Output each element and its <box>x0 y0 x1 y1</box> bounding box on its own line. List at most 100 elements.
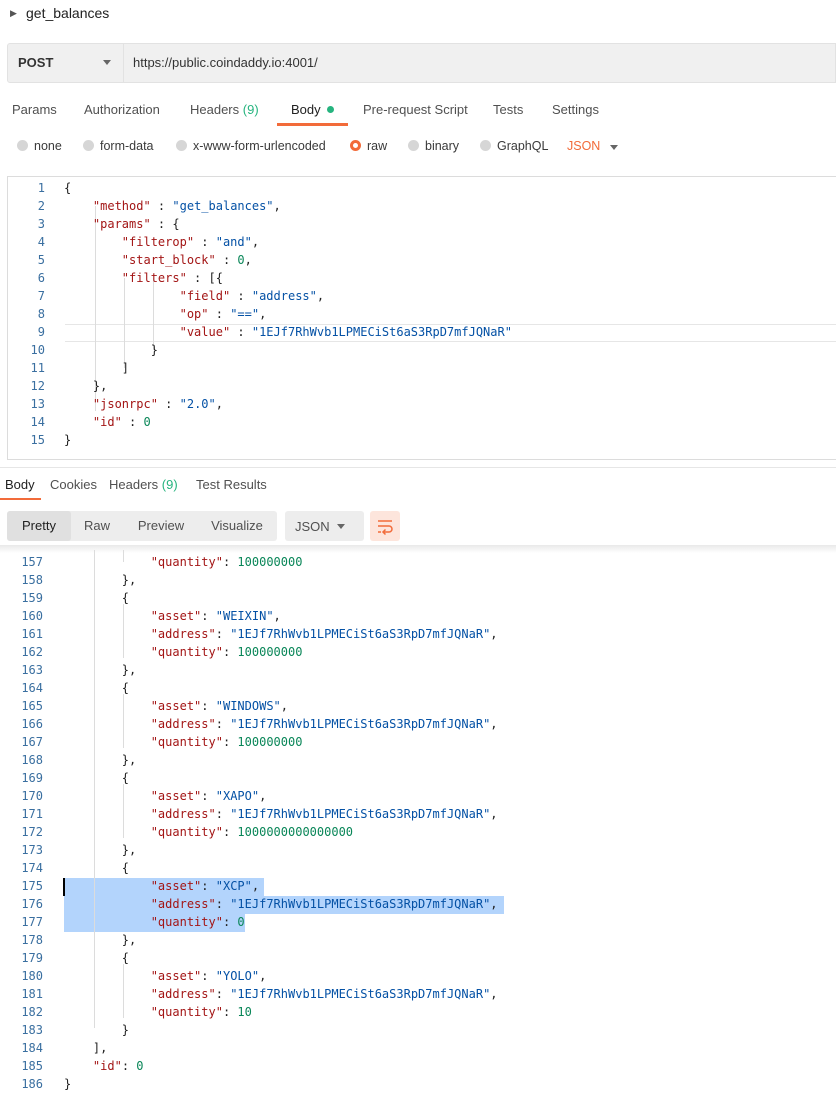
code-text: "filterop" : "and", <box>121 235 260 249</box>
radio-raw[interactable]: raw <box>350 139 387 153</box>
line-number: 185 <box>21 1059 43 1073</box>
request-tabs: Params Authorization Headers (9) Body Pr… <box>0 96 836 126</box>
code-text: "asset": "XCP", <box>150 879 260 893</box>
line-number: 179 <box>21 951 43 965</box>
code-text: "asset": "WEIXIN", <box>150 609 281 623</box>
code-line: 157 "quantity": 100000000 <box>0 553 820 571</box>
code-line: 167 "quantity": 100000000 <box>0 733 820 751</box>
line-number: 6 <box>37 271 45 285</box>
code-text: "value" : "1EJf7RhWvb1LPMECiSt6aS3RpD7mf… <box>179 325 512 339</box>
code-line: 175 "asset": "XCP", <box>0 877 820 895</box>
code-line: 14 "id" : 0 <box>8 413 828 431</box>
line-number: 8 <box>37 307 45 321</box>
code-line: 8 "op" : "==", <box>8 305 828 323</box>
tab-settings[interactable]: Settings <box>552 102 599 117</box>
code-text: }, <box>64 573 137 587</box>
code-line: 4 "filterop" : "and", <box>8 233 828 251</box>
resp-tab-test-results[interactable]: Test Results <box>196 477 267 492</box>
response-toolbar: Pretty Raw Preview Visualize JSON <box>7 511 836 543</box>
tab-tests[interactable]: Tests <box>493 102 523 117</box>
radio-binary[interactable]: binary <box>408 139 459 153</box>
request-title[interactable]: get_balances <box>26 5 109 21</box>
code-line: 179 { <box>0 949 820 967</box>
line-number: 160 <box>21 609 43 623</box>
code-text: "asset": "XAPO", <box>150 789 267 803</box>
code-text: "quantity": 100000000 <box>150 555 303 569</box>
wrap-lines-icon <box>378 520 393 536</box>
resp-tab-headers[interactable]: Headers (9) <box>109 477 178 492</box>
view-visualize-button[interactable]: Visualize <box>203 511 271 541</box>
resp-tab-cookies[interactable]: Cookies <box>50 477 97 492</box>
divider <box>0 467 836 468</box>
line-number: 186 <box>21 1077 43 1091</box>
tab-headers[interactable]: Headers (9) <box>190 102 259 117</box>
code-text: { <box>64 681 130 695</box>
radio-urlencoded[interactable]: x-www-form-urlencoded <box>176 139 326 153</box>
line-number: 13 <box>30 397 45 411</box>
code-text: }, <box>64 933 137 947</box>
tab-params[interactable]: Params <box>12 102 57 117</box>
method-label: POST <box>18 55 54 70</box>
line-number: 165 <box>21 699 43 713</box>
code-text: "id": 0 <box>92 1059 144 1073</box>
radio-form-data[interactable]: form-data <box>83 139 154 153</box>
url-input[interactable]: https://public.coindaddy.io:4001/ <box>133 55 318 70</box>
view-raw-button[interactable]: Raw <box>75 511 119 541</box>
radio-circle-icon <box>176 140 187 151</box>
code-text: "quantity": 100000000 <box>150 735 303 749</box>
chevron-down-icon <box>337 524 345 529</box>
code-line: 9 "value" : "1EJf7RhWvb1LPMECiSt6aS3RpD7… <box>8 323 828 341</box>
view-preview-button[interactable]: Preview <box>132 511 190 541</box>
code-line: 176 "address": "1EJf7RhWvb1LPMECiSt6aS3R… <box>0 895 820 913</box>
request-body-editor[interactable]: 1{2 "method" : "get_balances", 3 "params"… <box>7 176 836 460</box>
code-line: 174 { <box>0 859 820 877</box>
radio-circle-icon <box>408 140 419 151</box>
code-line: 178 }, <box>0 931 820 949</box>
radio-graphql[interactable]: GraphQL <box>480 139 548 153</box>
code-text: "quantity": 0 <box>150 915 245 929</box>
resp-tab-body[interactable]: Body <box>5 477 35 492</box>
active-tab-indicator <box>277 123 348 126</box>
tab-authorization[interactable]: Authorization <box>84 102 160 117</box>
response-body-viewer[interactable]: 157 "quantity": 100000000 158 }, 159 {160 … <box>0 550 836 1101</box>
line-number: 14 <box>30 415 45 429</box>
code-text: "address": "1EJf7RhWvb1LPMECiSt6aS3RpD7m… <box>150 807 498 821</box>
code-text: "quantity": 100000000 <box>150 645 303 659</box>
code-text: "params" : { <box>92 217 180 231</box>
active-response-tab-indicator <box>0 498 41 500</box>
radio-none[interactable]: none <box>17 139 62 153</box>
code-line: 166 "address": "1EJf7RhWvb1LPMECiSt6aS3R… <box>0 715 820 733</box>
view-pretty-button[interactable]: Pretty <box>7 511 71 541</box>
line-number: 3 <box>37 217 45 231</box>
radio-raw-label: raw <box>367 139 388 153</box>
line-number: 15 <box>30 433 45 447</box>
code-line: 5 "start_block" : 0, <box>8 251 828 269</box>
code-line: 10 } <box>8 341 828 359</box>
line-number: 180 <box>21 969 43 983</box>
code-line: 165 "asset": "WINDOWS", <box>0 697 820 715</box>
line-number: 168 <box>21 753 43 767</box>
line-number: 183 <box>21 1023 43 1037</box>
modified-dot-icon <box>326 106 334 113</box>
tab-pre-request-script[interactable]: Pre-request Script <box>363 102 468 117</box>
request-name-bar: ▶ get_balances <box>0 0 836 30</box>
code-text: } <box>64 1023 130 1037</box>
line-number: 184 <box>21 1041 43 1055</box>
code-text: } <box>64 1077 72 1091</box>
code-line: 161 "address": "1EJf7RhWvb1LPMECiSt6aS3R… <box>0 625 820 643</box>
chevron-down-icon[interactable] <box>610 145 618 150</box>
code-text: "quantity": 1000000000000000 <box>150 825 354 839</box>
line-number: 163 <box>21 663 43 677</box>
code-text: } <box>64 343 158 357</box>
expand-caret-icon[interactable]: ▶ <box>10 8 17 19</box>
code-line: 12 }, <box>8 377 828 395</box>
code-text: ], <box>64 1041 108 1055</box>
method-select[interactable]: POST <box>8 44 124 82</box>
line-number: 182 <box>21 1005 43 1019</box>
tab-body[interactable]: Body <box>291 102 334 117</box>
language-select[interactable]: JSON <box>567 139 600 153</box>
line-number: 178 <box>21 933 43 947</box>
response-format-select[interactable]: JSON <box>285 511 364 541</box>
code-line: 170 "asset": "XAPO", <box>0 787 820 805</box>
wrap-lines-button[interactable] <box>370 511 400 541</box>
